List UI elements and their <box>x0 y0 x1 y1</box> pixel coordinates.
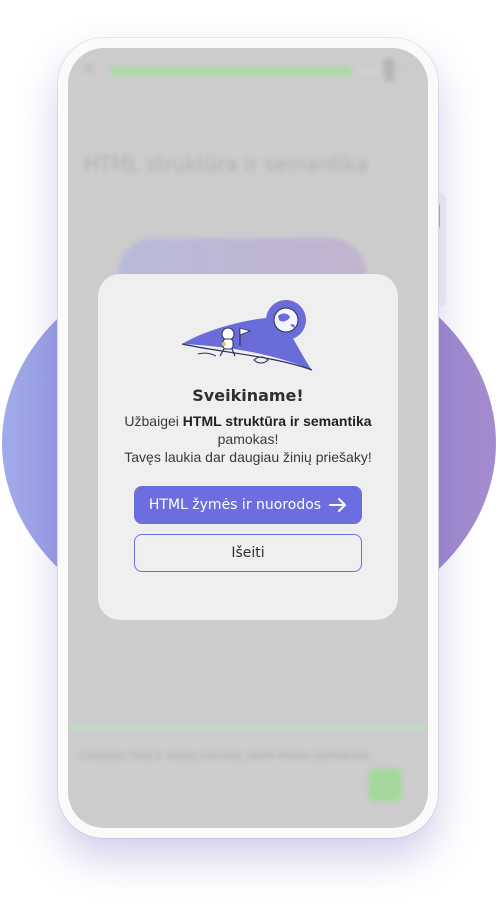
bottom-divider <box>68 724 428 730</box>
continue-button[interactable] <box>368 768 402 802</box>
lesson-progress-fill <box>110 67 353 75</box>
next-lesson-button-label: HTML žymės ir nuorodos <box>148 497 322 513</box>
dialog-message: Užbaigei HTML struktūra ir semantika pam… <box>108 412 388 466</box>
close-icon[interactable]: ✕ <box>82 62 98 78</box>
person-icon[interactable] <box>383 58 395 82</box>
lesson-top-bar: ✕ › <box>82 58 412 82</box>
arrow-right-icon <box>329 498 347 512</box>
next-icon[interactable]: › <box>402 62 407 78</box>
completion-dialog: Sveikiname! Užbaigei HTML struktūra ir s… <box>98 274 398 620</box>
exit-button-label: Išeiti <box>231 545 265 561</box>
astronaut-on-planet-illustration <box>181 300 313 371</box>
message-course-name: HTML struktūra ir semantika <box>182 413 372 429</box>
message-suffix: pamokas! <box>217 431 279 447</box>
lesson-footer-text: Daugiau žinių ir naujų nuorodų rasite ki… <box>80 748 373 762</box>
message-line-2: Tavęs laukia dar daugiau žinių priešaky! <box>124 449 372 465</box>
message-prefix: Užbaigei <box>124 413 179 429</box>
phone-screen: ✕ › HTML struktūra ir semantika Daugiau … <box>68 48 428 828</box>
promo-stage: ✕ › HTML struktūra ir semantika Daugiau … <box>0 0 502 916</box>
exit-button[interactable]: Išeiti <box>134 534 362 572</box>
lesson-title: HTML struktūra ir semantika <box>84 152 369 176</box>
next-lesson-button[interactable]: HTML žymės ir nuorodos <box>134 486 362 524</box>
lesson-progress-bar <box>110 67 380 75</box>
phone-frame: ✕ › HTML struktūra ir semantika Daugiau … <box>58 38 438 838</box>
dialog-title: Sveikiname! <box>192 386 304 405</box>
